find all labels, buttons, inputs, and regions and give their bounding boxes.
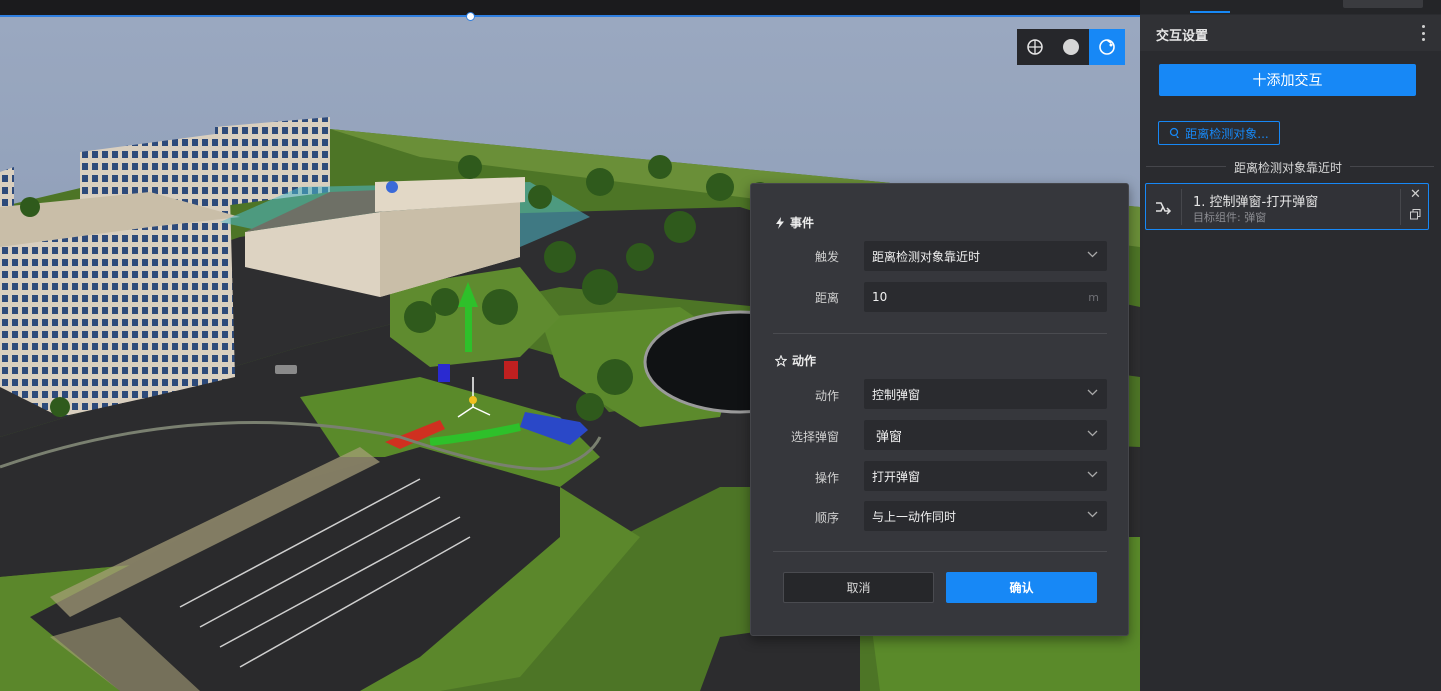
- event-tag-label: 距离检测对象...: [1185, 126, 1269, 141]
- card-separator: [1181, 189, 1182, 225]
- distance-label: 距离: [814, 291, 839, 305]
- action-label: 动作: [814, 389, 839, 403]
- distance-unit: m: [1088, 291, 1099, 304]
- popup-value: 弹窗: [876, 429, 903, 445]
- distance-value: 10: [872, 290, 888, 304]
- event-tag-button[interactable]: 距离检测对象...: [1158, 121, 1280, 145]
- chevron-down-icon: [1087, 251, 1098, 258]
- rotate-icon: [1099, 39, 1115, 55]
- action-section-label: 动作: [792, 354, 817, 368]
- view-toolbar: [1017, 29, 1125, 65]
- cancel-label: 取消: [846, 581, 871, 595]
- rotate-view-button[interactable]: [1089, 29, 1125, 65]
- copy-icon[interactable]: [1410, 209, 1421, 220]
- panel-header: 交互设置: [1140, 15, 1441, 51]
- action-flow-icon: [1156, 202, 1172, 215]
- confirm-button[interactable]: 确认: [946, 572, 1097, 603]
- popup-select[interactable]: 弹窗: [864, 420, 1107, 450]
- cancel-button[interactable]: 取消: [783, 572, 934, 603]
- chevron-down-icon: [1087, 471, 1098, 478]
- trigger-select[interactable]: 距离检测对象靠近时: [864, 241, 1107, 271]
- select-popup-label: 选择弹窗: [790, 430, 839, 444]
- distance-event-icon: [1170, 127, 1180, 138]
- interaction-panel: 交互设置 十添加交互 距离检测对象... 距离检测对象靠近时 1. 控制弹窗-打…: [1140, 0, 1441, 691]
- action-section-title: 动作: [775, 352, 816, 369]
- action-card-name: 1. 控制弹窗-打开弹窗: [1193, 195, 1319, 210]
- order-value: 与上一动作同时: [872, 509, 957, 524]
- operation-select[interactable]: 打开弹窗: [864, 461, 1107, 491]
- more-options-icon[interactable]: [1422, 25, 1426, 41]
- trigger-label: 触发: [814, 250, 839, 264]
- section-divider: [773, 333, 1107, 334]
- globe-view-button[interactable]: [1017, 29, 1053, 65]
- operation-label: 操作: [814, 471, 839, 485]
- order-label: 顺序: [814, 511, 839, 525]
- interaction-dialog: 事件 触发 距离检测对象靠近时 距离 10 m 动作 动作 控制弹窗 选择弹窗 …: [750, 183, 1129, 636]
- action-card-target: 目标组件: 弹窗: [1193, 211, 1267, 224]
- event-section-label: 事件: [790, 216, 815, 230]
- chevron-down-icon: [1087, 511, 1098, 518]
- chevron-down-icon: [1087, 389, 1098, 396]
- trigger-value: 距离检测对象靠近时: [872, 249, 981, 264]
- action-value: 控制弹窗: [872, 387, 921, 402]
- close-icon[interactable]: ✕: [1410, 187, 1421, 202]
- viewport-top-bar: [0, 0, 1140, 16]
- chevron-down-icon: [1087, 430, 1098, 437]
- active-tab-underline: [1190, 11, 1230, 13]
- globe-icon: [1027, 39, 1043, 55]
- star-icon: [775, 354, 787, 367]
- panel-title: 交互设置: [1156, 29, 1209, 44]
- order-select[interactable]: 与上一动作同时: [864, 501, 1107, 531]
- tab-strip-field[interactable]: [1343, 0, 1423, 8]
- sphere-view-button[interactable]: [1053, 29, 1089, 65]
- sphere-icon: [1063, 39, 1079, 55]
- action-select[interactable]: 控制弹窗: [864, 379, 1107, 409]
- confirm-label: 确认: [1009, 581, 1034, 595]
- footer-divider: [773, 551, 1107, 552]
- add-interaction-button[interactable]: 十添加交互: [1159, 64, 1416, 96]
- add-interaction-label: 十添加交互: [1252, 73, 1323, 89]
- viewport-top-border: [0, 15, 1140, 17]
- lightning-icon: [776, 216, 784, 229]
- panel-tab-strip[interactable]: [1140, 0, 1441, 14]
- card-separator-right: [1400, 189, 1401, 225]
- event-section-title: 事件: [775, 214, 814, 231]
- event-group-label: 距离检测对象靠近时: [1226, 159, 1351, 176]
- resize-handle[interactable]: [466, 12, 475, 21]
- distance-input[interactable]: 10 m: [864, 282, 1107, 312]
- operation-value: 打开弹窗: [872, 469, 921, 484]
- action-card[interactable]: 1. 控制弹窗-打开弹窗 目标组件: 弹窗 ✕: [1145, 183, 1429, 230]
